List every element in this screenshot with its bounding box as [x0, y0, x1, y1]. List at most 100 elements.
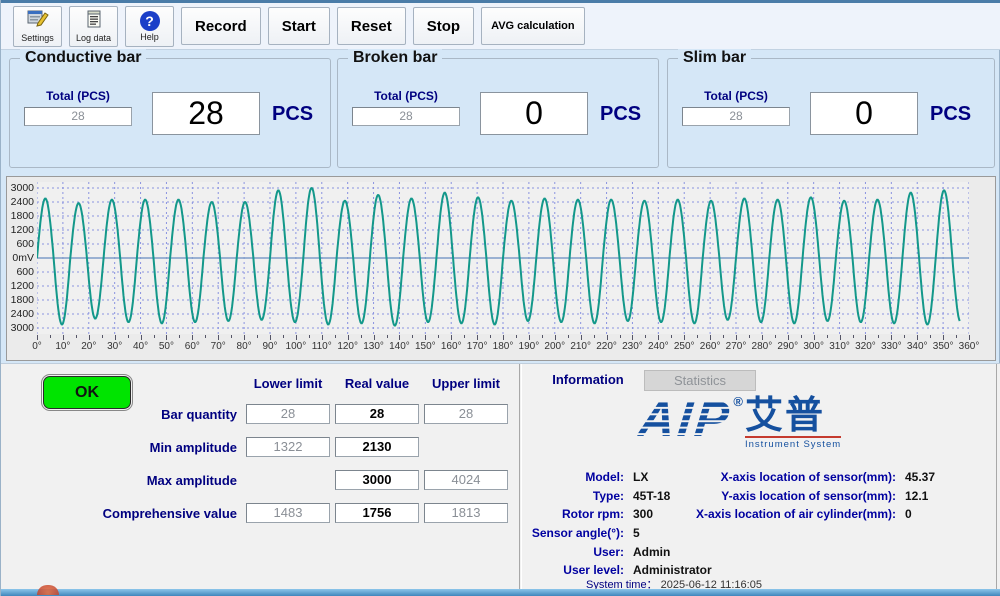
- settings-label: Settings: [21, 33, 54, 43]
- info-value: 0: [905, 507, 912, 521]
- avg-calculation-button[interactable]: AVG calculation: [481, 7, 585, 45]
- x-tick-mark: [102, 335, 103, 338]
- conductive-bar-title: Conductive bar: [20, 49, 146, 67]
- x-tick-mark: [387, 335, 388, 338]
- x-tick-mark: [348, 335, 349, 340]
- info-value: Admin: [633, 545, 670, 559]
- y-tick-label: 2400: [9, 196, 34, 208]
- aip-logo-text: AIP: [637, 396, 734, 442]
- x-tick-mark: [309, 335, 310, 338]
- x-tick-mark: [775, 335, 776, 338]
- results-cell-real[interactable]: 28: [335, 404, 419, 424]
- info-label: X-axis location of air cylinder(mm):: [642, 507, 896, 521]
- x-tick-mark: [141, 335, 142, 340]
- record-button[interactable]: Record: [181, 7, 261, 45]
- aip-logo-cn: 艾普: [745, 396, 841, 436]
- results-cell-real[interactable]: 1756: [335, 503, 419, 523]
- x-tick-mark: [335, 335, 336, 338]
- toolbar: Settings Log data ? Help Record Start Re…: [1, 3, 1000, 50]
- y-tick-label: 0mV: [9, 252, 34, 264]
- help-label: Help: [140, 32, 159, 42]
- slim-total-input[interactable]: 28: [682, 107, 790, 126]
- x-tick-mark: [154, 335, 155, 338]
- info-tabs: Information Statistics: [532, 370, 756, 391]
- results-cell-lower[interactable]: 1322: [246, 437, 330, 457]
- conductive-total-input[interactable]: 28: [24, 107, 132, 126]
- waveform-line: [37, 188, 960, 325]
- settings-button[interactable]: Settings: [13, 6, 62, 47]
- x-tick-mark: [749, 335, 750, 338]
- start-button[interactable]: Start: [268, 7, 330, 45]
- x-tick-mark: [166, 335, 167, 340]
- x-tick-mark: [956, 335, 957, 338]
- x-tick-mark: [723, 335, 724, 338]
- slim-bar-panel: Slim bar Total (PCS) 28 0 PCS: [667, 58, 995, 168]
- x-tick-mark: [710, 335, 711, 340]
- results-row-label: Min amplitude: [33, 440, 241, 455]
- x-tick-mark: [76, 335, 77, 338]
- info-value: 12.1: [905, 489, 928, 503]
- x-tick-mark: [128, 335, 129, 338]
- info-row: X-axis location of air cylinder(mm): 0: [642, 505, 992, 524]
- x-tick-mark: [762, 335, 763, 340]
- results-cell-real[interactable]: 3000: [335, 470, 419, 490]
- x-tick-mark: [361, 335, 362, 338]
- x-tick-mark: [205, 335, 206, 338]
- x-tick-mark: [179, 335, 180, 338]
- results-cell-real[interactable]: 2130: [335, 437, 419, 457]
- slim-pcs-label: PCS: [930, 103, 971, 126]
- x-tick-mark: [516, 335, 517, 338]
- x-tick-mark: [581, 335, 582, 340]
- stop-button[interactable]: Stop: [413, 7, 474, 45]
- y-tick-label: 600: [9, 238, 34, 250]
- x-tick-mark: [969, 335, 970, 340]
- x-tick-mark: [904, 335, 905, 338]
- x-tick-mark: [827, 335, 828, 338]
- y-tick-label: 600: [9, 266, 34, 278]
- tab-information[interactable]: Information: [532, 370, 644, 391]
- x-tick-mark: [89, 335, 90, 340]
- x-tick-mark: [542, 335, 543, 338]
- conductive-count-display: 28: [152, 92, 260, 135]
- x-tick-mark: [684, 335, 685, 340]
- help-button[interactable]: ? Help: [125, 6, 174, 47]
- results-cell-empty: [246, 470, 330, 490]
- x-tick-mark: [801, 335, 802, 338]
- x-tick-mark: [594, 335, 595, 338]
- reset-button[interactable]: Reset: [337, 7, 406, 45]
- tab-statistics[interactable]: Statistics: [644, 370, 756, 391]
- broken-total-input[interactable]: 28: [352, 107, 460, 126]
- y-tick-label: 3000: [9, 322, 34, 334]
- x-tick-mark: [399, 335, 400, 340]
- x-tick-mark: [374, 335, 375, 340]
- x-tick-mark: [50, 335, 51, 338]
- info-row: Y-axis location of sensor(mm):12.1: [642, 487, 992, 506]
- results-header-0: Lower limit: [246, 376, 330, 391]
- results-row-label: Comprehensive value: [33, 506, 241, 521]
- results-cell-upper[interactable]: 28: [424, 404, 508, 424]
- results-header-1: Real value: [335, 376, 419, 391]
- x-tick-mark: [555, 335, 556, 340]
- results-cell-lower[interactable]: 1483: [246, 503, 330, 523]
- x-tick-mark: [451, 335, 452, 340]
- y-tick-label: 1200: [9, 280, 34, 292]
- x-tick-label: 360°: [954, 341, 984, 352]
- broken-count-display: 0: [480, 92, 588, 135]
- info-row: X-axis location of sensor(mm):45.37: [642, 468, 992, 487]
- slim-bar-title: Slim bar: [678, 49, 751, 67]
- log-data-button[interactable]: Log data: [69, 6, 118, 47]
- results-cell-upper[interactable]: 4024: [424, 470, 508, 490]
- x-tick-mark: [736, 335, 737, 340]
- slim-total-label: Total (PCS): [682, 89, 790, 103]
- x-tick-mark: [671, 335, 672, 338]
- bottom-section: OK Lower limitReal valueUpper limitBar q…: [1, 363, 1000, 590]
- x-tick-mark: [231, 335, 232, 338]
- x-tick-mark: [192, 335, 193, 340]
- x-tick-mark: [218, 335, 219, 340]
- results-cell-upper[interactable]: 1813: [424, 503, 508, 523]
- x-tick-mark: [529, 335, 530, 340]
- x-tick-mark: [477, 335, 478, 340]
- results-cell-lower[interactable]: 28: [246, 404, 330, 424]
- x-tick-mark: [865, 335, 866, 340]
- log-data-label: Log data: [76, 33, 111, 43]
